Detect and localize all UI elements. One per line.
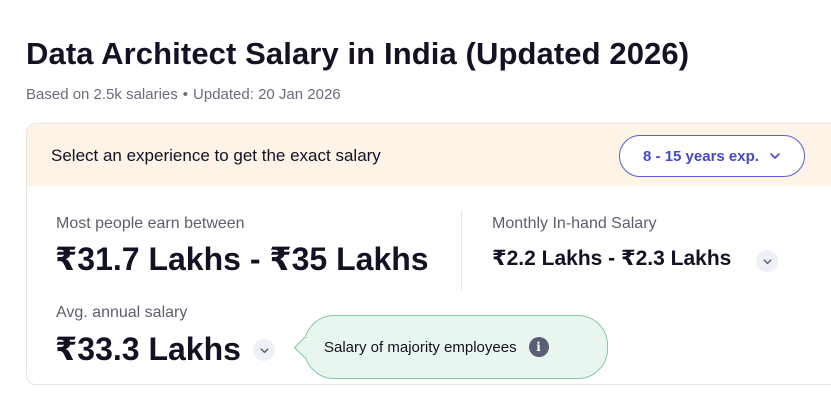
salary-range-value: ₹31.7 Lakhs - ₹35 Lakhs <box>55 241 429 277</box>
tooltip-arrow <box>293 336 316 359</box>
monthly-inhand-label: Monthly In-hand Salary <box>492 215 657 232</box>
experience-selected-value: 8 - 15 years exp. <box>643 147 759 165</box>
salary-card: Select an experience to get the exact sa… <box>26 123 831 385</box>
experience-banner: Select an experience to get the exact sa… <box>27 124 831 186</box>
chevron-down-icon <box>770 153 780 159</box>
page-title: Data Architect Salary in India (Updated … <box>26 36 690 71</box>
experience-dropdown[interactable]: 8 - 15 years exp. <box>619 135 805 177</box>
meta-separator: • <box>182 86 189 103</box>
info-icon[interactable]: i <box>528 337 549 357</box>
column-divider <box>461 210 462 290</box>
chevron-down-icon <box>763 258 771 264</box>
avg-salary-value: ₹33.3 Lakhs <box>55 331 241 367</box>
majority-salary-tooltip: Salary of majority employees i <box>293 315 608 379</box>
updated-date-text: Updated: 20 Jan 2026 <box>193 86 341 103</box>
salary-count-text: Based on 2.5k salaries <box>26 86 178 103</box>
avg-salary-expand-button[interactable] <box>253 339 275 361</box>
chevron-down-icon <box>260 347 268 353</box>
experience-prompt: Select an experience to get the exact sa… <box>51 146 381 165</box>
tooltip-text: Salary of majority employees <box>324 338 517 356</box>
avg-salary-label: Avg. annual salary <box>56 304 188 321</box>
page-meta: Based on 2.5k salaries • Updated: 20 Jan 2… <box>26 86 341 103</box>
monthly-expand-button[interactable] <box>756 250 778 272</box>
salary-range-label: Most people earn between <box>56 215 245 232</box>
monthly-inhand-value: ₹2.2 Lakhs - ₹2.3 Lakhs <box>492 247 732 270</box>
